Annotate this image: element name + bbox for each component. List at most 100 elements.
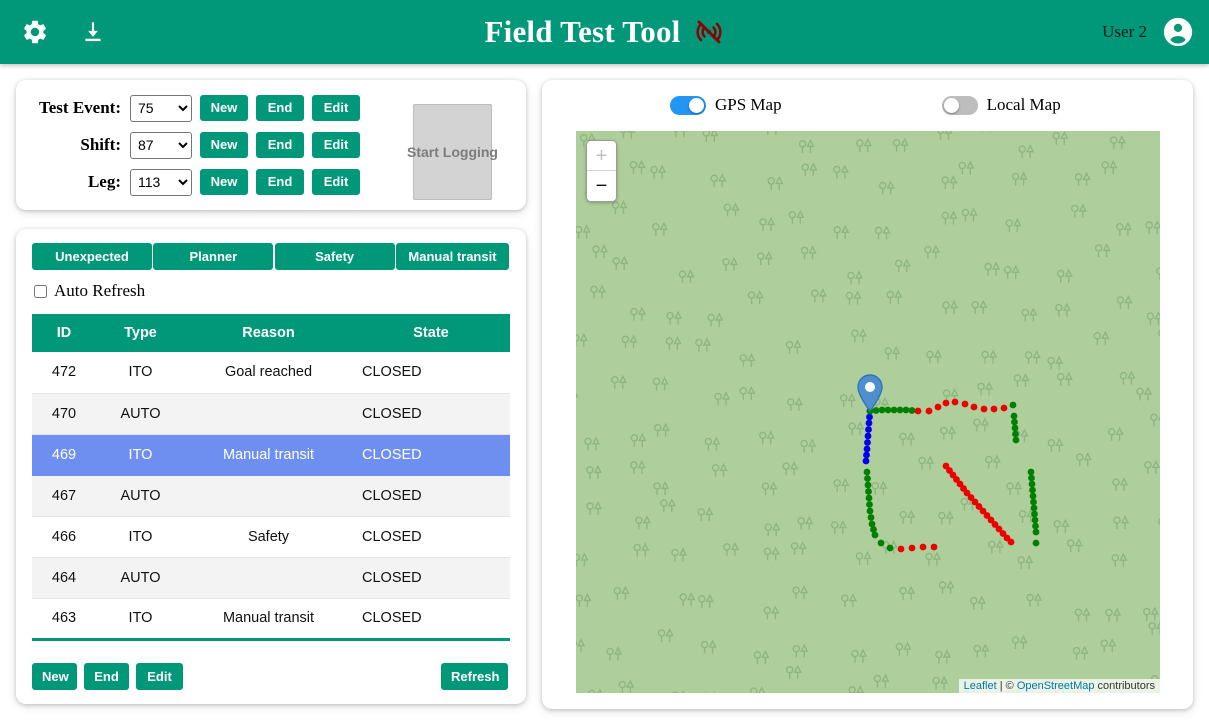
cell-state: CLOSED — [352, 557, 510, 599]
local-map-toggle[interactable] — [941, 95, 978, 115]
events-edit-button[interactable]: Edit — [136, 663, 183, 690]
table-row[interactable]: 472 ITO Goal reached CLOSED — [32, 352, 510, 394]
cell-state: CLOSED — [352, 434, 510, 476]
cell-state: CLOSED — [352, 393, 510, 435]
cell-type: ITO — [96, 352, 185, 394]
cell-id: 472 — [32, 352, 96, 394]
test-event-edit-button[interactable]: Edit — [312, 95, 360, 121]
map-attribution: Leaflet | © OpenStreetMap contributors — [958, 679, 1160, 693]
cell-type: AUTO — [96, 475, 185, 517]
selector-row-test-event: Test Event: 75 New End Edit — [32, 94, 418, 122]
zoom-in-button[interactable]: + — [587, 141, 616, 171]
map-pin-icon[interactable] — [857, 374, 883, 412]
events-table: ID Type Reason State 472 ITO Goal reached C… — [32, 314, 510, 641]
gps-map-toggle-group[interactable]: GPS Map — [670, 95, 782, 115]
shift-label: Shift: — [80, 135, 121, 154]
events-table-head: ID Type Reason State — [32, 314, 510, 352]
test-event-label: Test Event: — [38, 98, 121, 117]
column-header-state[interactable]: State — [352, 314, 510, 352]
app-header: Field Test Tool User 2 — [0, 0, 1209, 64]
column-header-reason[interactable]: Reason — [185, 314, 352, 352]
event-filter-buttons: Unexpected Planner Safety Manual transit — [32, 243, 510, 270]
cell-type: ITO — [96, 516, 185, 558]
selector-row-shift: Shift: 87 New End Edit — [32, 131, 418, 159]
cell-reason — [185, 475, 352, 517]
table-row[interactable]: 467 AUTO CLOSED — [32, 475, 510, 517]
gps-track — [862, 398, 1040, 553]
events-table-header-row: ID Type Reason State — [32, 314, 510, 352]
events-new-button[interactable]: New — [32, 663, 77, 690]
filter-safety-button[interactable]: Safety — [274, 243, 395, 270]
auto-refresh-control: Auto Refresh — [34, 281, 510, 301]
filter-planner-button[interactable]: Planner — [153, 243, 274, 270]
zoom-out-button[interactable]: − — [587, 171, 616, 201]
table-row[interactable]: 470 AUTO CLOSED — [32, 393, 510, 435]
map-mode-toggles: GPS Map Local Map — [542, 80, 1193, 130]
start-logging-button[interactable]: Start Logging — [407, 104, 498, 200]
table-row[interactable]: 466 ITO Safety CLOSED — [32, 516, 510, 558]
cell-state: CLOSED — [352, 516, 510, 558]
cell-id: 467 — [32, 475, 96, 517]
cell-reason — [185, 393, 352, 435]
test-event-new-button[interactable]: New — [200, 95, 248, 121]
attribution-separator: | © — [996, 680, 1017, 692]
table-row[interactable]: 469 ITO Manual transit CLOSED — [32, 434, 510, 476]
signal-off-icon — [694, 17, 724, 47]
column-header-id[interactable]: ID — [32, 314, 96, 352]
events-refresh-button[interactable]: Refresh — [441, 663, 508, 690]
shift-edit-button[interactable]: Edit — [312, 132, 360, 158]
leaflet-map[interactable]: + − Leaflet | © OpenStreetMap contributo… — [576, 131, 1160, 693]
cell-reason: Manual transit — [185, 434, 352, 476]
right-column: GPS Map Local Map + − Leaflet | © OpenSt… — [542, 80, 1193, 709]
openstreetmap-link[interactable]: OpenStreetMap — [1017, 680, 1095, 692]
cell-type: ITO — [96, 598, 185, 640]
gps-map-toggle[interactable] — [670, 95, 706, 115]
cell-type: ITO — [96, 434, 185, 476]
user-name-label: User 2 — [1102, 22, 1147, 41]
left-column: Test Event: 75 New End Edit Shift: 87 Ne… — [16, 80, 526, 704]
shift-end-button[interactable]: End — [256, 132, 304, 158]
account-circle-icon[interactable] — [1161, 15, 1195, 49]
selector-rows: Test Event: 75 New End Edit Shift: 87 Ne… — [32, 94, 418, 196]
auto-refresh-label[interactable]: Auto Refresh — [54, 281, 145, 301]
events-card: Unexpected Planner Safety Manual transit… — [16, 229, 526, 704]
gps-map-label: GPS Map — [715, 95, 782, 114]
cell-id: 469 — [32, 434, 96, 476]
filter-unexpected-button[interactable]: Unexpected — [32, 243, 152, 270]
map-card: GPS Map Local Map + − Leaflet | © OpenSt… — [542, 80, 1193, 709]
test-event-select[interactable]: 75 — [130, 94, 192, 122]
leg-edit-button[interactable]: Edit — [312, 169, 360, 195]
test-event-end-button[interactable]: End — [256, 95, 304, 121]
column-header-type[interactable]: Type — [96, 314, 185, 352]
events-actions: New End Edit Refresh — [32, 663, 510, 690]
auto-refresh-checkbox[interactable] — [34, 284, 47, 298]
cell-id: 463 — [32, 598, 96, 640]
settings-button[interactable] — [12, 9, 58, 55]
events-table-body: 472 ITO Goal reached CLOSED 470 AUTO CLOSED 469… — [32, 352, 510, 640]
cell-state: CLOSED — [352, 352, 510, 394]
page-title: Field Test Tool — [484, 14, 681, 49]
leg-select[interactable]: 113 — [130, 168, 192, 196]
local-map-label: Local Map — [986, 95, 1061, 114]
events-end-button[interactable]: End — [84, 663, 129, 690]
cell-state: CLOSED — [352, 475, 510, 517]
table-row[interactable]: 464 AUTO CLOSED — [32, 557, 510, 599]
leg-end-button[interactable]: End — [256, 169, 304, 195]
table-row[interactable]: 463 ITO Manual transit CLOSED — [32, 598, 510, 640]
local-map-toggle-group[interactable]: Local Map — [941, 95, 1061, 115]
page-body: Test Event: 75 New End Edit Shift: 87 Ne… — [0, 64, 1209, 725]
cell-reason: Safety — [185, 516, 352, 558]
map-zoom-controls: + − — [586, 140, 617, 202]
shift-new-button[interactable]: New — [200, 132, 248, 158]
leg-new-button[interactable]: New — [200, 169, 248, 195]
filter-manual-transit-button[interactable]: Manual transit — [395, 243, 509, 270]
download-button[interactable] — [70, 9, 116, 55]
download-icon — [80, 19, 106, 45]
shift-select[interactable]: 87 — [130, 131, 192, 159]
cell-id: 470 — [32, 393, 96, 435]
user-area: User 2 — [1102, 0, 1195, 64]
selector-row-leg: Leg: 113 New End Edit — [32, 168, 418, 196]
cell-type: AUTO — [96, 393, 185, 435]
session-selector-card: Test Event: 75 New End Edit Shift: 87 Ne… — [16, 80, 526, 210]
leaflet-link[interactable]: Leaflet — [964, 680, 997, 692]
